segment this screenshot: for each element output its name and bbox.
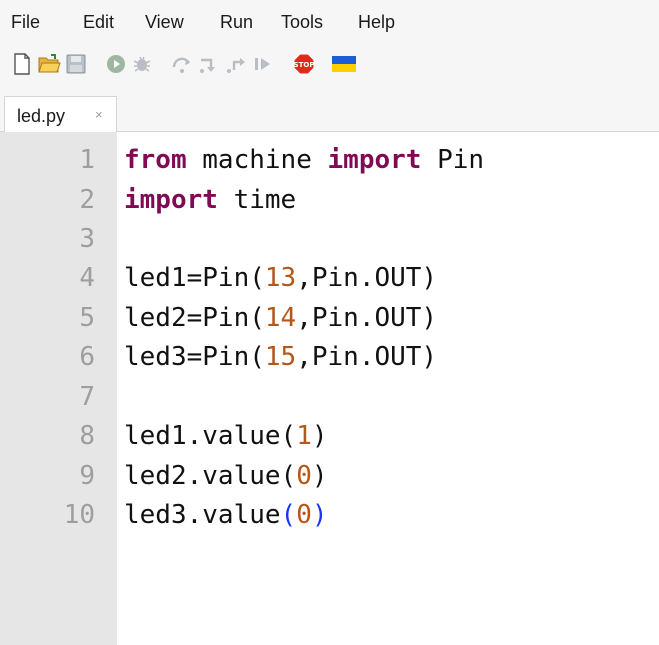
- run-icon: [107, 55, 125, 73]
- number-literal: 0: [296, 461, 312, 491]
- new-file-icon: [14, 53, 30, 75]
- code-line: import time: [124, 185, 296, 215]
- menu-run[interactable]: Run: [220, 11, 253, 33]
- code-line: led1=Pin(13,Pin.OUT): [124, 263, 437, 293]
- matched-paren: ): [311, 500, 328, 530]
- menu-bar: File Edit View Run Tools Help: [0, 0, 659, 40]
- menu-file[interactable]: File: [11, 11, 40, 33]
- code-text-area[interactable]: from machine import Pin import time led1…: [124, 132, 654, 645]
- code-text: led1.value(: [124, 421, 297, 451]
- toolbar: STOP: [0, 40, 659, 92]
- code-line: led3=Pin(15,Pin.OUT): [124, 342, 437, 372]
- code-text: led3.value: [124, 500, 281, 530]
- save-icon: [66, 54, 86, 74]
- step-out-icon: [227, 58, 245, 73]
- line-number: 10: [63, 500, 95, 530]
- line-number-gutter: 1 2 3 4 5 6 7 8 9 10: [0, 132, 117, 645]
- ukraine-flag-icon: [332, 56, 356, 72]
- menu-view[interactable]: View: [145, 11, 184, 33]
- debug-button[interactable]: [130, 52, 154, 76]
- code-text: machine: [186, 145, 328, 175]
- step-out-button[interactable]: [224, 52, 248, 76]
- number-literal: 13: [264, 263, 297, 293]
- keyword: import: [327, 145, 422, 175]
- line-number: 5: [79, 303, 95, 333]
- stop-button[interactable]: STOP: [292, 52, 316, 76]
- number-literal: 0: [296, 500, 312, 530]
- menu-tools[interactable]: Tools: [281, 11, 323, 33]
- step-into-button[interactable]: [197, 52, 221, 76]
- line-number: 6: [79, 342, 95, 372]
- save-button[interactable]: [64, 52, 88, 76]
- new-file-button[interactable]: [10, 52, 34, 76]
- resume-button[interactable]: [251, 52, 275, 76]
- line-number: 3: [79, 224, 95, 254]
- run-button[interactable]: [104, 52, 128, 76]
- ukraine-flag-button[interactable]: [331, 52, 357, 76]
- code-text: ,Pin.OUT): [296, 342, 438, 372]
- code-line: led3.value(0): [124, 500, 328, 530]
- step-into-icon: [200, 58, 215, 73]
- code-text: ): [311, 421, 328, 451]
- menu-edit[interactable]: Edit: [83, 11, 114, 33]
- code-text: led2=Pin(: [124, 303, 265, 333]
- line-number: 8: [79, 421, 95, 451]
- code-text: Pin: [421, 145, 485, 175]
- code-line: led2=Pin(14,Pin.OUT): [124, 303, 437, 333]
- line-number: 7: [79, 382, 95, 412]
- code-text: ,Pin.OUT): [296, 263, 438, 293]
- open-folder-icon: [38, 54, 61, 73]
- stop-icon: STOP: [293, 53, 315, 75]
- number-literal: 14: [264, 303, 297, 333]
- code-text: led2.value(: [124, 461, 297, 491]
- tab-label: led.py: [17, 106, 66, 126]
- keyword: import: [124, 185, 218, 215]
- keyword: from: [124, 145, 187, 175]
- editor-tab-bar: led.py ×: [0, 92, 659, 132]
- code-editor[interactable]: 1 2 3 4 5 6 7 8 9 10 from machine import…: [0, 132, 659, 645]
- code-line: led2.value(0): [124, 461, 328, 491]
- code-text: led1=Pin(: [124, 263, 265, 293]
- line-number: 1: [79, 145, 95, 175]
- debug-icon: [133, 56, 151, 72]
- stop-label: STOP: [294, 61, 315, 69]
- code-text: ): [311, 461, 328, 491]
- tab-led-py[interactable]: led.py ×: [4, 96, 117, 132]
- number-literal: 15: [264, 342, 297, 372]
- code-line: led1.value(1): [124, 421, 328, 451]
- resume-icon: [255, 58, 270, 70]
- code-line: from machine import Pin: [124, 145, 484, 175]
- step-over-button[interactable]: [170, 52, 194, 76]
- tab-close-icon[interactable]: ×: [95, 107, 103, 123]
- line-number: 2: [79, 185, 95, 215]
- line-number: 9: [79, 461, 95, 491]
- code-text: time: [217, 185, 297, 215]
- menu-help[interactable]: Help: [358, 11, 395, 33]
- line-number: 4: [79, 263, 95, 293]
- open-button[interactable]: [37, 52, 61, 76]
- step-over-icon: [172, 57, 191, 73]
- code-text: led3=Pin(: [124, 342, 265, 372]
- code-text: ,Pin.OUT): [296, 303, 438, 333]
- matched-paren: (: [280, 500, 297, 530]
- number-literal: 1: [296, 421, 312, 451]
